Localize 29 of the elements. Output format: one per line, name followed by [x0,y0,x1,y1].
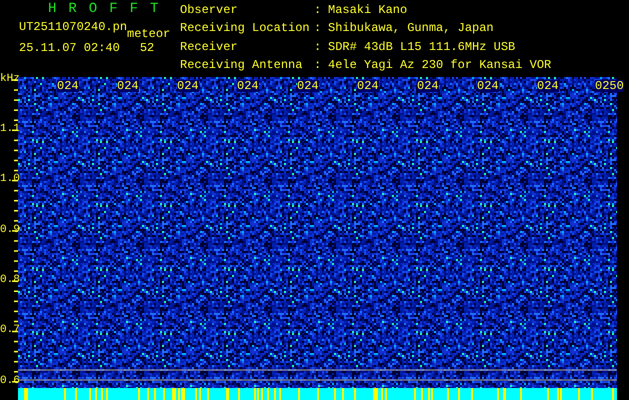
time-label: 024 [117,80,139,92]
info-value: 4ele Yagi Az 230 for Kansai VOR [328,58,552,74]
time-label: 024 [477,80,499,92]
info-value: Masaki Kano [328,4,408,19]
info-value: SDR# 43dB L15 111.6MHz USB [328,40,516,56]
time-label: 024 [537,80,559,92]
info-label: Receiver [180,40,239,56]
time-label: 024 [297,80,319,92]
program-title: HROFFT [48,2,170,16]
info-label: Receiving Antenna [180,58,304,74]
timestamp: 25.11.07 02:40 [19,42,120,54]
file-name: UT2511070240.pn [19,21,128,36]
time-label: 024 [57,80,79,92]
info-separator: : [314,40,322,56]
tag-label: meteor [127,28,170,40]
time-label: 024 [417,80,439,92]
info-separator: : [314,58,322,74]
time-label: 0250 [595,80,624,92]
info-separator: : [314,4,322,19]
info-label: Observer [180,4,239,19]
time-label: 024 [177,80,199,92]
count: 52 [140,42,154,54]
frequency-label: 0.8 [0,274,20,286]
info-separator: : [314,22,322,38]
time-label: 024 [237,80,259,92]
time-label: 024 [357,80,379,92]
frequency-label: 0.6 [0,376,20,386]
info-value: Shibukawa, Gunma, Japan [328,22,495,38]
info-label: Receiving Location [180,22,311,38]
